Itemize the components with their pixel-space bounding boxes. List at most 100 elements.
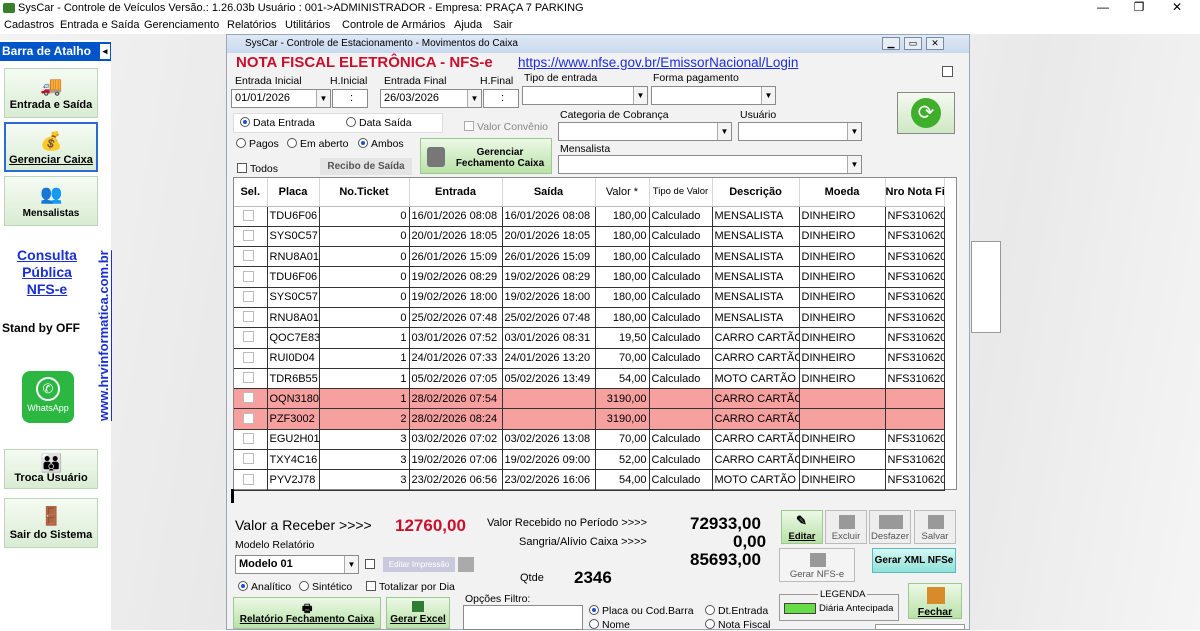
window-minimize-icon[interactable]: ▁: [882, 37, 900, 50]
window-close-icon[interactable]: ✕: [926, 37, 944, 50]
whatsapp-button[interactable]: ✆ WhatsApp: [22, 371, 74, 423]
row-select-checkbox[interactable]: [234, 348, 268, 369]
window-maximize-icon[interactable]: ▭: [904, 37, 922, 50]
collapse-sidebar-icon[interactable]: ◂: [100, 44, 110, 59]
entrada-final-field[interactable]: 26/03/2026 ▼: [380, 89, 482, 108]
entrada-saida-button[interactable]: 🚚 Entrada e Saída: [4, 68, 98, 118]
consulta-nfse-link[interactable]: Consulta Pública NFS-e: [8, 247, 86, 298]
usuario-select[interactable]: ▼: [738, 122, 862, 141]
em-aberto-radio[interactable]: Em aberto: [287, 138, 348, 150]
editar-impressao-checkbox[interactable]: [365, 559, 375, 569]
modelo-relatorio-select[interactable]: Modelo 01 ▼: [235, 555, 359, 574]
table-row[interactable]: PZF3002 2 28/02/2026 08:24 3190,00 CARRO CAR…: [234, 408, 945, 430]
sair-sistema-button[interactable]: 🚪 Sair do Sistema: [4, 498, 98, 548]
column-header[interactable]: Tipo de Valor: [649, 178, 713, 207]
row-select-checkbox[interactable]: [234, 429, 268, 451]
hfinal-field[interactable]: :: [483, 89, 519, 108]
table-row[interactable]: RNU8A01 0 26/01/2026 15:09 26/01/2026 15:09…: [234, 246, 945, 268]
table-row[interactable]: TXY4C16 3 19/02/2026 07:06 19/02/2026 09:00…: [234, 449, 945, 471]
column-header[interactable]: Moeda: [799, 178, 886, 207]
opcoes-filtro-input[interactable]: [463, 605, 583, 630]
close-icon[interactable]: ✕: [1162, 0, 1192, 17]
salvar-button[interactable]: Salvar: [914, 510, 956, 544]
nome-radio[interactable]: Nome: [589, 619, 630, 631]
refresh-button[interactable]: ⟳: [897, 92, 955, 134]
gerar-nfse-button[interactable]: Gerar NFS-e: [779, 548, 855, 582]
table-row[interactable]: RNU8A01 0 25/02/2026 07:48 25/02/2026 07:48…: [234, 307, 945, 329]
menu-sair[interactable]: Sair: [493, 17, 513, 34]
row-select-checkbox[interactable]: [234, 246, 268, 268]
chevron-down-icon[interactable]: ▼: [717, 123, 731, 140]
table-row[interactable]: OQN3180 1 28/02/2026 07:54 3190,00 CARRO CAR…: [234, 388, 945, 410]
dt-entrada-radio[interactable]: Dt.Entrada: [705, 605, 768, 617]
column-header[interactable]: Valor *: [595, 178, 650, 207]
gerenciar-fechamento-button[interactable]: Gerenciar Fechamento Caixa: [420, 138, 552, 174]
column-header[interactable]: No.Ticket: [319, 178, 410, 207]
column-header[interactable]: Entrada: [409, 178, 503, 207]
chevron-down-icon[interactable]: ▼: [847, 123, 861, 140]
row-select-checkbox[interactable]: [234, 287, 268, 308]
column-header[interactable]: Placa: [267, 178, 320, 207]
maximize-icon[interactable]: ❐: [1124, 0, 1154, 17]
table-row[interactable]: TDU6F06 0 19/02/2026 08:29 19/02/2026 08:29…: [234, 266, 945, 288]
table-row[interactable]: EGU2H01 3 03/02/2026 07:02 03/02/2026 13:08…: [234, 429, 945, 451]
hinicial-field[interactable]: :: [332, 89, 368, 108]
troca-usuario-button[interactable]: 👪 Troca Usuário: [4, 449, 98, 489]
analitico-radio[interactable]: Analítico: [238, 581, 291, 593]
menu-entrada-saida[interactable]: Entrada e Saída: [60, 17, 140, 34]
pagos-radio[interactable]: Pagos: [236, 138, 279, 150]
relatorio-fechamento-button[interactable]: 🖶 Relatório Fechamento Caixa: [233, 597, 381, 629]
chevron-down-icon[interactable]: ▼: [761, 87, 775, 104]
mensalistas-button[interactable]: 👥 Mensalistas: [4, 176, 98, 226]
table-row[interactable]: TDR6B55 1 05/02/2026 07:05 05/02/2026 13:49…: [234, 368, 945, 390]
ambos-radio[interactable]: Ambos: [358, 138, 404, 150]
menu-controle-armarios[interactable]: Controle de Armários: [342, 17, 445, 34]
table-row[interactable]: SYS0C57 0 19/02/2026 18:00 19/02/2026 18:00…: [234, 287, 945, 308]
valor-convenio-checkbox[interactable]: Valor Convênio: [464, 121, 548, 133]
row-select-checkbox[interactable]: [234, 327, 268, 349]
data-saida-radio[interactable]: Data Saída: [346, 117, 412, 129]
data-entrada-radio[interactable]: Data Entrada: [240, 117, 315, 129]
menu-relatorios[interactable]: Relatórios: [227, 17, 277, 34]
table-row[interactable]: TDU6F06 0 16/01/2026 08:08 16/01/2026 08:08…: [234, 206, 945, 227]
column-header[interactable]: Saída: [502, 178, 596, 207]
editar-impressao-button[interactable]: Editar Impressão: [383, 557, 455, 572]
forma-pagamento-select[interactable]: ▼: [651, 86, 776, 105]
totalizar-checkbox[interactable]: Totalizar por Dia: [366, 581, 455, 593]
chevron-down-icon[interactable]: ▼: [633, 87, 647, 104]
nota-fiscal-radio[interactable]: Nota Fiscal: [705, 619, 771, 631]
todos-checkbox[interactable]: Todos: [237, 163, 278, 175]
table-row[interactable]: PYV2J78 3 23/02/2026 06:56 23/02/2026 16:06…: [234, 469, 945, 491]
row-select-checkbox[interactable]: [234, 388, 268, 410]
tipo-entrada-select[interactable]: ▼: [522, 86, 648, 105]
nfse-link[interactable]: https://www.nfse.gov.br/EmissorNacional/…: [518, 55, 798, 70]
chevron-down-icon[interactable]: ▼: [847, 156, 861, 173]
table-row[interactable]: RUI0D04 1 24/01/2026 07:33 24/01/2026 13:20…: [234, 348, 945, 369]
row-select-checkbox[interactable]: [234, 307, 268, 329]
row-select-checkbox[interactable]: [234, 266, 268, 288]
table-row[interactable]: SYS0C57 0 20/01/2026 18:05 20/01/2026 18:05…: [234, 226, 945, 248]
window-option-checkbox[interactable]: [942, 66, 953, 77]
chevron-down-icon[interactable]: ▼: [467, 90, 481, 107]
site-link[interactable]: www.hrvinformatica.com.br: [96, 236, 114, 436]
row-select-checkbox[interactable]: [234, 449, 268, 471]
placa-cod-barra-radio[interactable]: Placa ou Cod.Barra: [589, 605, 694, 617]
gerar-xml-button[interactable]: Gerar XML NFSe: [872, 548, 956, 573]
menu-cadastros[interactable]: Cadastros: [4, 17, 54, 34]
chevron-down-icon[interactable]: ▼: [316, 90, 330, 107]
row-select-checkbox[interactable]: [234, 408, 268, 430]
column-header[interactable]: Nro Nota Fiscal: [885, 178, 945, 207]
row-select-checkbox[interactable]: [234, 368, 268, 390]
column-header[interactable]: Descrição: [712, 178, 800, 207]
menu-gerenciamento[interactable]: Gerenciamento: [144, 17, 219, 34]
editar-button[interactable]: ✎ Editar: [781, 510, 823, 544]
row-select-checkbox[interactable]: [234, 469, 268, 491]
table-row[interactable]: QOC7E83 1 03/01/2026 07:52 03/01/2026 08:31…: [234, 327, 945, 349]
gerenciar-caixa-button[interactable]: 💰 Gerenciar Caixa: [4, 122, 98, 172]
chevron-down-icon[interactable]: ▼: [344, 556, 358, 573]
entrada-inicial-field[interactable]: 01/01/2026 ▼: [231, 89, 331, 108]
desfazer-button[interactable]: Desfazer: [869, 510, 911, 544]
menu-ajuda[interactable]: Ajuda: [454, 17, 482, 34]
excluir-button[interactable]: Excluir: [825, 510, 867, 544]
categoria-select[interactable]: ▼: [558, 122, 732, 141]
